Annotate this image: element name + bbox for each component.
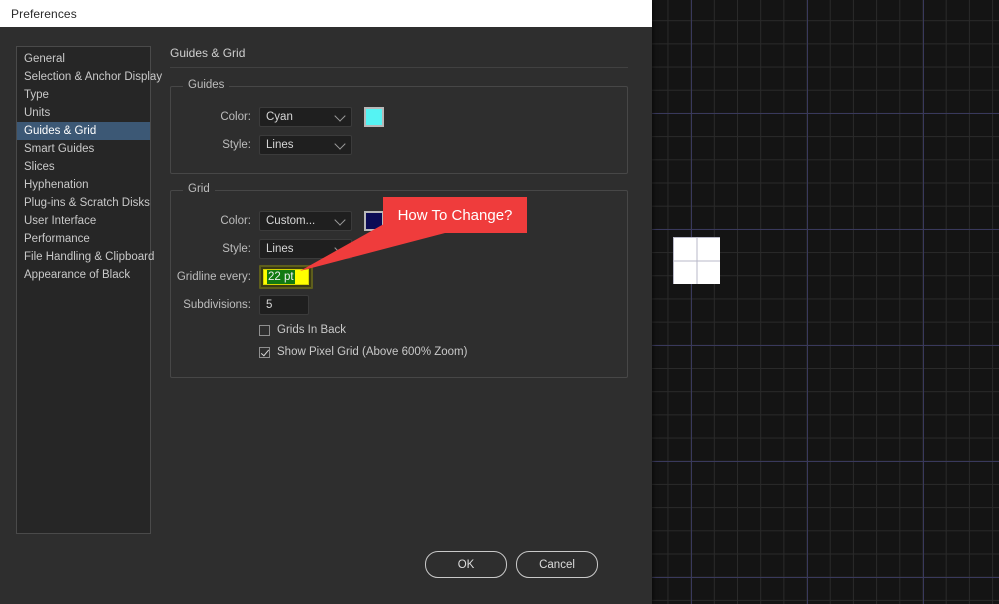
- guides-style-value: Lines: [266, 139, 294, 151]
- preferences-dialog: Preferences General Selection & Anchor D…: [0, 0, 652, 604]
- grid-color-value: Custom...: [266, 215, 316, 227]
- show-pixel-grid-row[interactable]: Show Pixel Grid (Above 600% Zoom): [171, 341, 627, 363]
- guides-style-select[interactable]: Lines: [259, 135, 352, 155]
- guides-color-value: Cyan: [266, 111, 293, 123]
- sidebar-item-smart-guides[interactable]: Smart Guides: [17, 140, 150, 158]
- guides-color-swatch[interactable]: [364, 107, 384, 127]
- guides-color-select[interactable]: Cyan: [259, 107, 352, 127]
- show-pixel-grid-label: Show Pixel Grid (Above 600% Zoom): [277, 346, 468, 358]
- dialog-titlebar: Preferences: [0, 0, 652, 27]
- subdivisions-row: Subdivisions: 5: [171, 291, 627, 319]
- gridline-every-highlight: 22 pt: [259, 265, 313, 289]
- gridline-every-input[interactable]: 22 pt: [263, 269, 309, 285]
- sidebar-item-type[interactable]: Type: [17, 86, 150, 104]
- grids-in-back-row[interactable]: Grids In Back: [171, 319, 627, 341]
- gridline-every-label: Gridline every:: [176, 271, 251, 283]
- show-pixel-grid-checkbox[interactable]: [259, 346, 270, 358]
- grids-in-back-label: Grids In Back: [277, 324, 347, 336]
- guides-color-label: Color:: [220, 111, 251, 123]
- chevron-down-icon: [334, 242, 346, 254]
- sidebar-item-performance[interactable]: Performance: [17, 230, 150, 248]
- page-title: Guides & Grid: [170, 46, 628, 68]
- dialog-title: Preferences: [11, 6, 77, 21]
- grid-style-label: Style:: [222, 243, 251, 255]
- guides-group: Guides Color: Cyan Style: Lines: [170, 79, 628, 174]
- sidebar-item-guides-grid[interactable]: Guides & Grid: [17, 122, 150, 140]
- sidebar-item-selection-anchor-display[interactable]: Selection & Anchor Display: [17, 68, 162, 86]
- sidebar-item-plugins-scratch-disks[interactable]: Plug-ins & Scratch Disks: [17, 194, 150, 212]
- sidebar-item-hyphenation[interactable]: Hyphenation: [17, 176, 150, 194]
- gridline-every-value: 22 pt: [267, 270, 295, 284]
- grid-style-row: Style: Lines: [171, 235, 627, 263]
- subdivisions-input[interactable]: 5: [259, 295, 309, 315]
- chevron-down-icon: [334, 138, 346, 150]
- guides-group-legend: Guides: [183, 79, 230, 91]
- grids-in-back-checkbox[interactable]: [259, 324, 270, 336]
- grid-style-select[interactable]: Lines: [259, 239, 352, 259]
- guides-style-label: Style:: [222, 139, 251, 151]
- chevron-down-icon: [334, 110, 346, 122]
- chevron-down-icon: [334, 214, 346, 226]
- grid-group-legend: Grid: [183, 183, 215, 195]
- grid-color-label: Color:: [220, 215, 251, 227]
- cancel-button[interactable]: Cancel: [516, 551, 598, 578]
- sidebar-item-units[interactable]: Units: [17, 104, 150, 122]
- grid-style-value: Lines: [266, 243, 294, 255]
- sidebar-item-file-handling-clipboard[interactable]: File Handling & Clipboard: [17, 248, 154, 266]
- grid-color-select[interactable]: Custom...: [259, 211, 352, 231]
- preferences-category-list[interactable]: General Selection & Anchor Display Type …: [16, 46, 162, 534]
- ok-button[interactable]: OK: [425, 551, 507, 578]
- sidebar-item-user-interface[interactable]: User Interface: [17, 212, 150, 230]
- callout-label: How To Change?: [383, 197, 527, 233]
- callout-text: How To Change?: [397, 206, 513, 224]
- sidebar-item-general[interactable]: General: [17, 50, 150, 68]
- guides-style-row: Style: Lines: [171, 131, 627, 159]
- gridline-every-row: Gridline every: 22 pt: [171, 263, 627, 291]
- sidebar-item-appearance-of-black[interactable]: Appearance of Black: [17, 266, 150, 284]
- sidebar-item-slices[interactable]: Slices: [17, 158, 150, 176]
- guides-color-row: Color: Cyan: [171, 103, 627, 131]
- dialog-footer: OK Cancel: [0, 551, 652, 578]
- grid-color-swatch[interactable]: [364, 211, 384, 231]
- subdivisions-label: Subdivisions:: [183, 299, 251, 311]
- artboard-white-shape[interactable]: [673, 237, 720, 284]
